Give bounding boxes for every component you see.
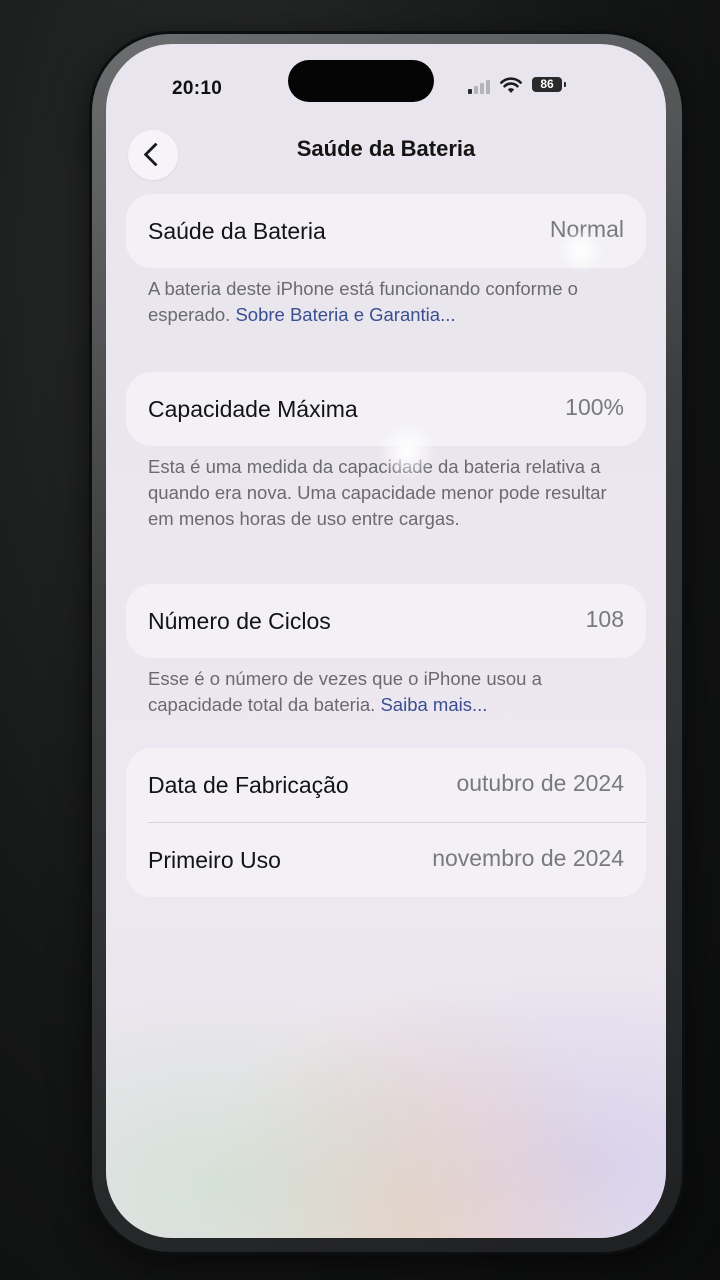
page-title: Saúde da Bateria [296,136,476,161]
navigation-bar: Saúde da Bateria [106,124,666,184]
cycle-count-row: Número de Ciclos 108 [126,584,646,658]
phone-frame: 20:10 86 Saúde da Bateria Saúde da Bater… [92,34,682,1252]
battery-warranty-link[interactable]: Sobre Bateria e Garantia... [235,304,455,325]
battery-health-label: Saúde da Bateria [148,218,326,244]
cycle-count-label: Número de Ciclos [148,608,331,634]
dates-card: Data de Fabricação outubro de 2024 Prime… [126,748,646,897]
manufacture-date-row: Data de Fabricação outubro de 2024 [126,748,646,822]
battery-health-note: A bateria deste iPhone está funcionando … [148,276,632,328]
cellular-signal-icon [468,80,492,94]
max-capacity-label: Capacidade Máxima [148,396,358,422]
max-capacity-value: 100% [565,394,624,420]
cycle-count-note: Esse é o número de vezes que o iPhone us… [148,666,632,718]
first-use-value: novembro de 2024 [432,845,624,871]
status-bar: 20:10 86 [106,44,666,124]
screen-reflection [106,878,666,1238]
dynamic-island [288,60,434,102]
status-time: 20:10 [172,78,223,99]
phone-screen: 20:10 86 Saúde da Bateria Saúde da Bater… [106,44,666,1238]
light-glare [378,422,436,480]
learn-more-link[interactable]: Saiba mais... [380,694,487,715]
battery-tip [564,82,566,87]
manufacture-date-label: Data de Fabricação [148,772,349,798]
wifi-icon [500,77,522,93]
first-use-row: Primeiro Uso novembro de 2024 [126,823,646,897]
light-glare [558,228,604,274]
manufacture-date-value: outubro de 2024 [456,770,624,796]
cycle-count-card: Número de Ciclos 108 [126,584,646,658]
first-use-label: Primeiro Uso [148,847,281,873]
cycle-count-value: 108 [585,606,624,632]
battery-icon: 86 [532,77,562,92]
